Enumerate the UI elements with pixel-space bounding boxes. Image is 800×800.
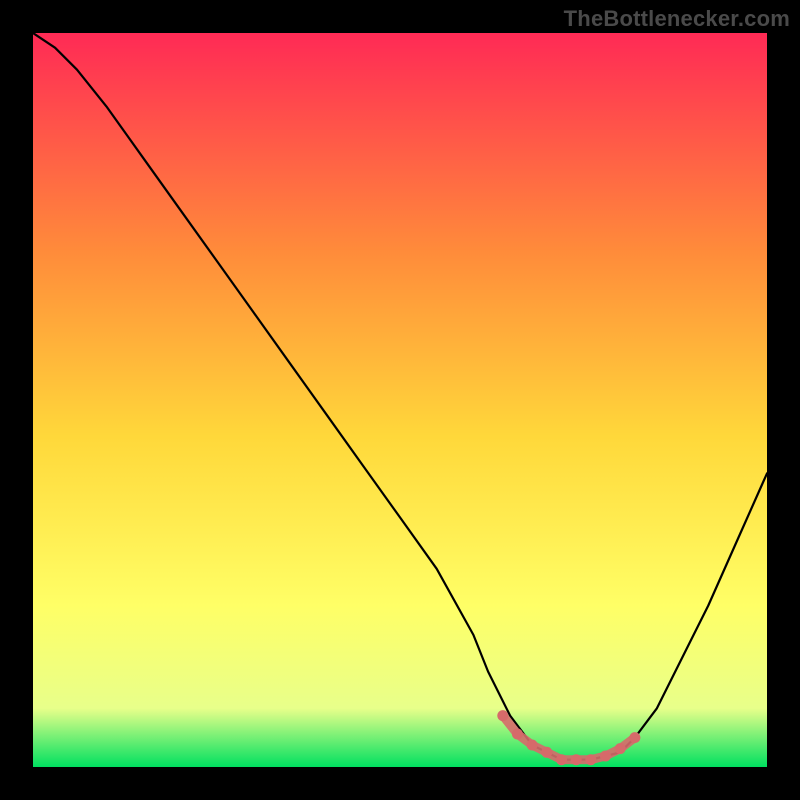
watermark-text: TheBottleneсker.com xyxy=(564,6,790,32)
optimal-marker-dot xyxy=(556,754,567,765)
optimal-marker-dot xyxy=(541,747,552,758)
optimal-marker-dot xyxy=(600,751,611,762)
optimal-marker-dot xyxy=(512,729,523,740)
optimal-marker-dot xyxy=(497,710,508,721)
optimal-marker-dot xyxy=(571,754,582,765)
optimal-marker-dot xyxy=(615,743,626,754)
optimal-marker-dot xyxy=(585,754,596,765)
gradient-background xyxy=(33,33,767,767)
plot-area xyxy=(33,33,767,767)
chart-frame: TheBottleneсker.com xyxy=(0,0,800,800)
optimal-marker-dot xyxy=(527,740,538,751)
optimal-marker-dot xyxy=(629,732,640,743)
chart-svg xyxy=(33,33,767,767)
